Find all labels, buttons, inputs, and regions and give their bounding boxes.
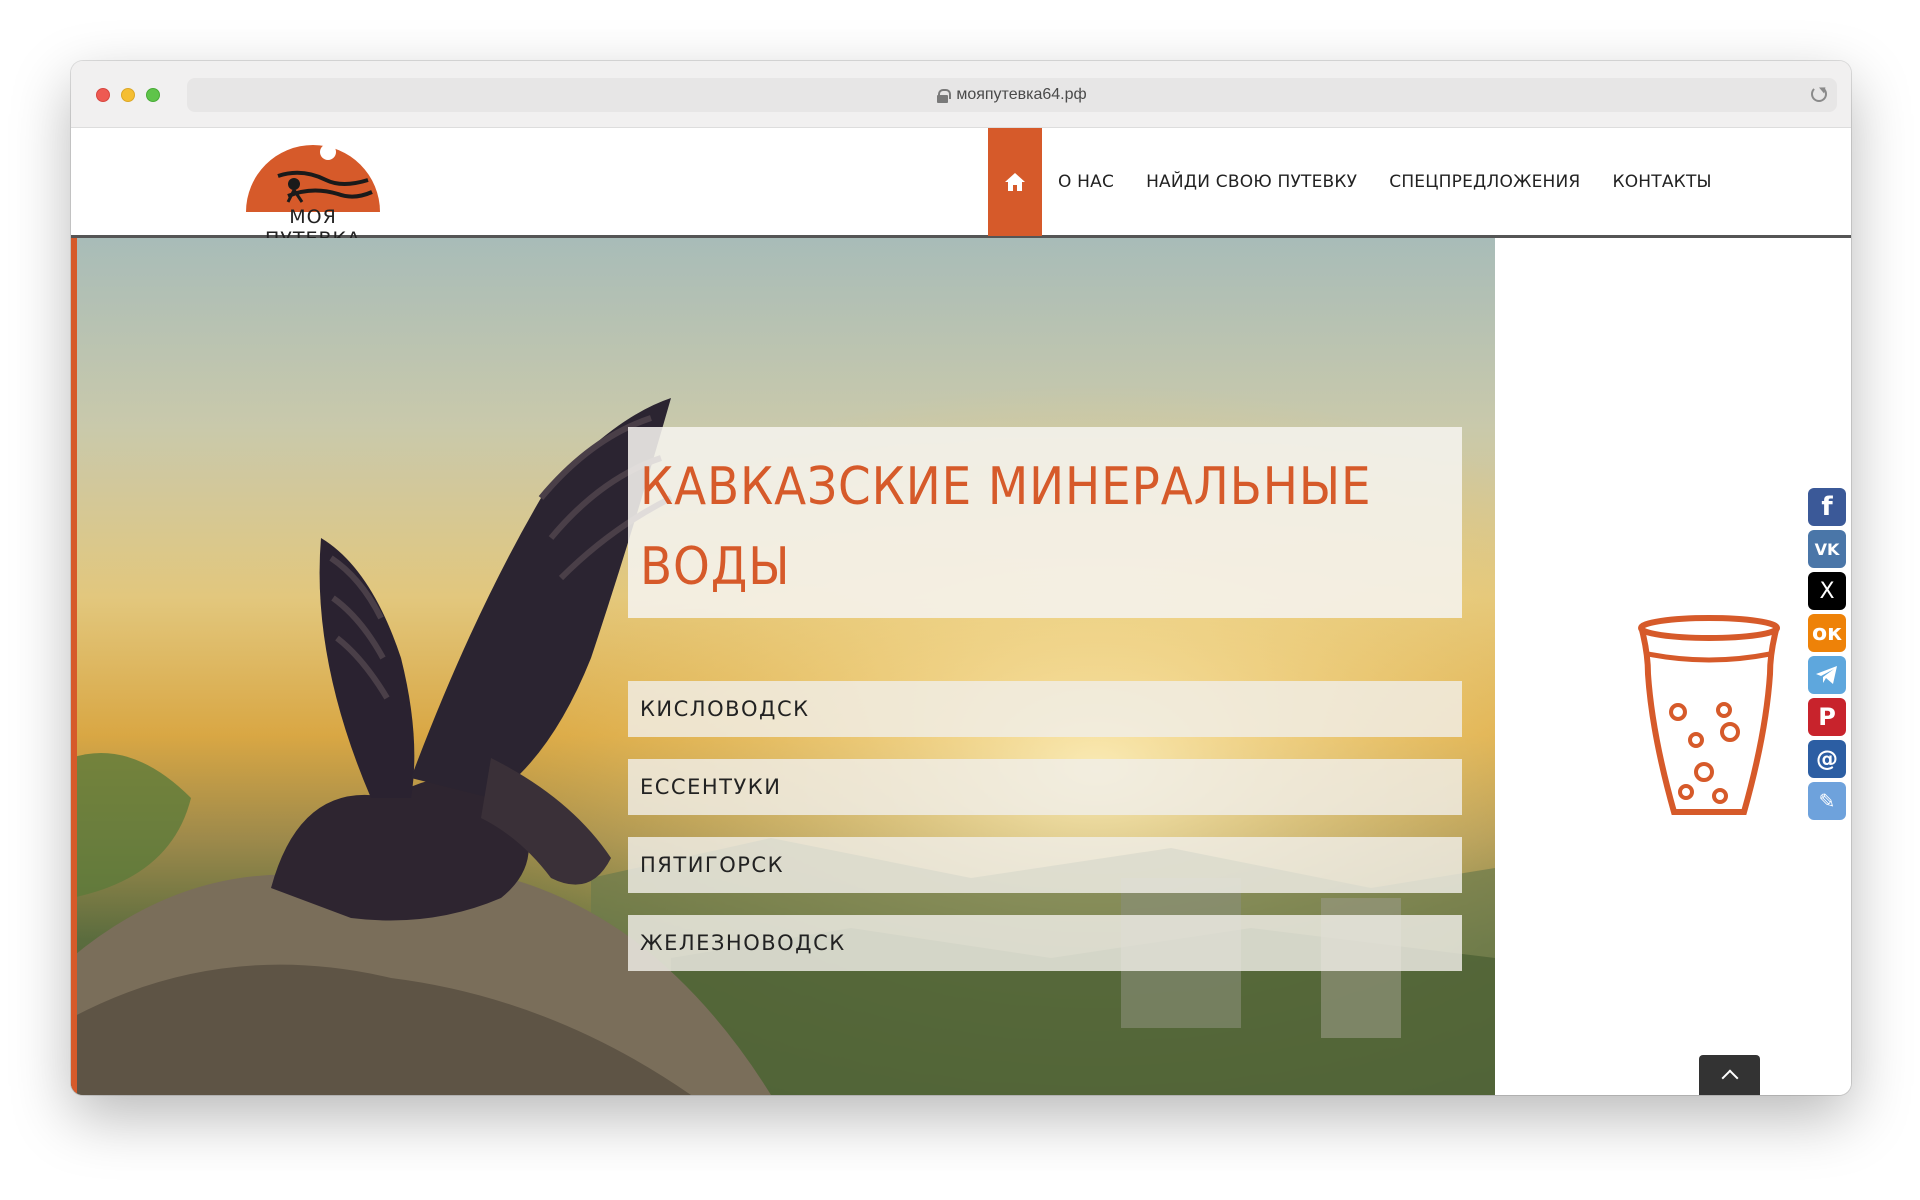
nav-item-about[interactable]: О НАС — [1042, 128, 1130, 236]
social-share-bar: f VK X ок P @ ✎ — [1808, 488, 1846, 824]
address-bar[interactable]: мояпутевка64.рф — [187, 78, 1837, 112]
main-nav: О НАС НАЙДИ СВОЮ ПУТЕВКУ СПЕЦПРЕДЛОЖЕНИЯ… — [988, 128, 1728, 236]
hero-accent-bar — [71, 238, 77, 1095]
browser-titlebar: мояпутевка64.рф — [71, 61, 1851, 128]
vk-icon[interactable]: VK — [1808, 530, 1846, 568]
reload-icon[interactable] — [1811, 86, 1827, 102]
telegram-icon[interactable] — [1808, 656, 1846, 694]
city-link-pyatigorsk[interactable]: ПЯТИГОРСК — [628, 837, 1462, 893]
close-window-button[interactable] — [96, 88, 110, 102]
browser-window: мояпутевка64.рф МОЯ ПУТЕВКА — [71, 61, 1851, 1095]
odnoklassniki-icon[interactable]: ок — [1808, 614, 1846, 652]
site-header: МОЯ ПУТЕВКА О НАС НАЙДИ СВОЮ ПУТЕВКУ СПЕ… — [71, 128, 1851, 250]
telegram-plane-icon — [1816, 666, 1837, 684]
hero-title: КАВКАЗСКИЕ МИНЕРАЛЬНЫЕ ВОДЫ — [640, 447, 1450, 607]
nav-item-special-offers[interactable]: СПЕЦПРЕДЛОЖЕНИЯ — [1373, 128, 1596, 236]
mineral-water-glass-icon — [1638, 615, 1780, 815]
facebook-icon[interactable]: f — [1808, 488, 1846, 526]
nav-item-contacts[interactable]: КОНТАКТЫ — [1596, 128, 1727, 236]
city-link-zheleznovodsk[interactable]: ЖЕЛЕЗНОВОДСК — [628, 915, 1462, 971]
nav-item-find-tour[interactable]: НАЙДИ СВОЮ ПУТЕВКУ — [1130, 128, 1373, 236]
lock-icon — [937, 88, 952, 103]
home-icon — [1005, 173, 1025, 191]
hero-title-box: КАВКАЗСКИЕ МИНЕРАЛЬНЫЕ ВОДЫ — [628, 427, 1462, 618]
hero-title-line2: ВОДЫ — [640, 537, 791, 597]
city-link-essentuki[interactable]: ЕССЕНТУКИ — [628, 759, 1462, 815]
minimize-window-button[interactable] — [121, 88, 135, 102]
city-link-kislovodsk[interactable]: КИСЛОВОДСК — [628, 681, 1462, 737]
address-text: мояпутевка64.рф — [956, 86, 1087, 103]
hero-banner: КАВКАЗСКИЕ МИНЕРАЛЬНЫЕ ВОДЫ КИСЛОВОДСК Е… — [71, 238, 1495, 1095]
nav-home-button[interactable] — [988, 128, 1042, 236]
hero-title-line1: КАВКАЗСКИЕ МИНЕРАЛЬНЫЕ — [640, 457, 1372, 517]
livejournal-icon[interactable]: ✎ — [1808, 782, 1846, 820]
zoom-window-button[interactable] — [146, 88, 160, 102]
scroll-to-top-button[interactable] — [1699, 1055, 1760, 1095]
x-icon[interactable]: X — [1808, 572, 1846, 610]
website: МОЯ ПУТЕВКА О НАС НАЙДИ СВОЮ ПУТЕВКУ СПЕ… — [71, 128, 1851, 1095]
pinterest-icon[interactable]: P — [1808, 698, 1846, 736]
mail-icon[interactable]: @ — [1808, 740, 1846, 778]
